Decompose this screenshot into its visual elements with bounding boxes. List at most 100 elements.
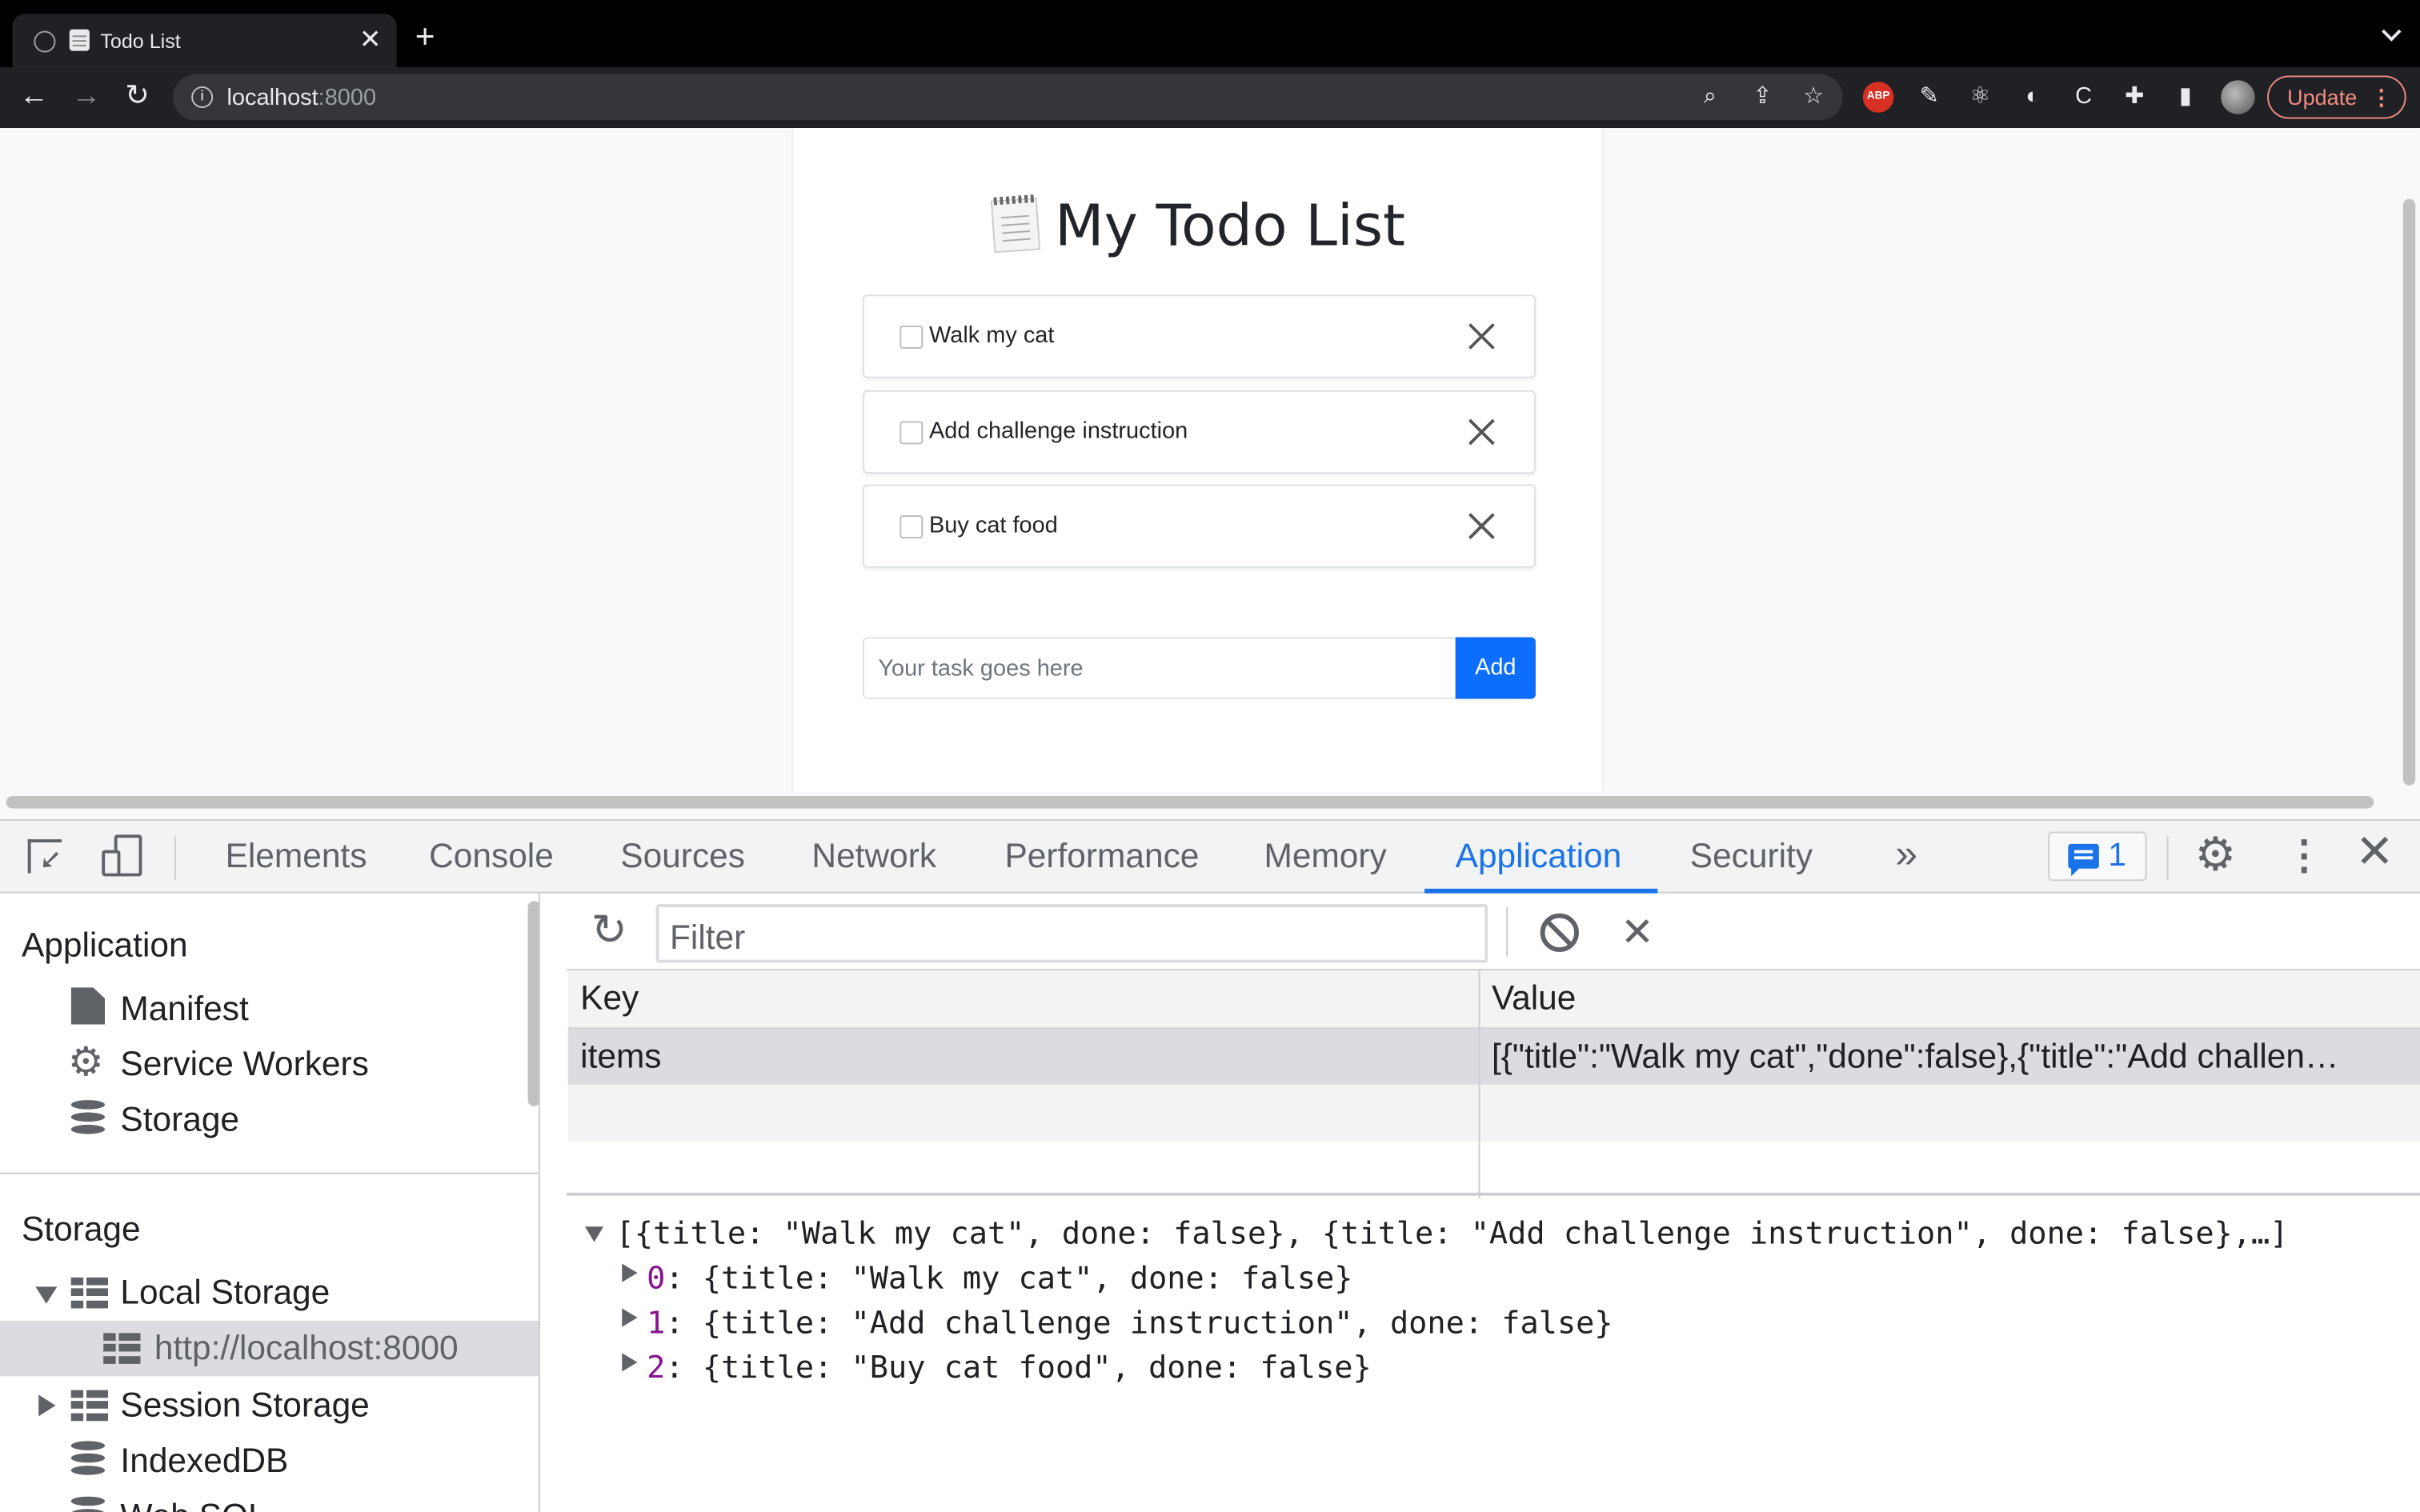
reload-button[interactable]: ↻ — [120, 80, 154, 114]
preview-entry[interactable]: 2: {title: "Buy cat food", done: false} — [647, 1349, 1372, 1386]
code-extension-icon[interactable]: C — [2068, 82, 2099, 113]
tab-application[interactable]: Application — [1456, 836, 1622, 876]
refresh-icon[interactable]: ↻ — [591, 908, 627, 952]
table-grid-icon — [70, 1390, 108, 1422]
gear-icon: ⚙ — [67, 1038, 104, 1085]
column-header-value[interactable]: Value — [1478, 970, 2420, 1029]
todo-item: Buy cat food — [863, 484, 1536, 568]
new-task-input[interactable]: Your task goes here — [863, 637, 1457, 699]
todo-checkbox[interactable] — [899, 515, 924, 539]
delete-selected-icon[interactable]: ✕ — [1621, 909, 1654, 955]
todo-checkbox[interactable] — [899, 421, 924, 445]
site-info-icon[interactable]: i — [191, 86, 214, 108]
profile-avatar[interactable] — [2221, 80, 2255, 114]
tab-sources[interactable]: Sources — [620, 836, 745, 876]
device-toolbar-icon[interactable] — [102, 834, 142, 878]
back-button[interactable]: ← — [17, 80, 50, 114]
expand-triangle-icon[interactable] — [584, 1226, 604, 1242]
share-icon[interactable]: ⇪ — [1749, 83, 1777, 111]
clear-all-icon[interactable] — [1540, 913, 1579, 952]
delete-todo-icon[interactable] — [1464, 318, 1498, 351]
sidebar-item-indexeddb[interactable]: IndexedDB — [120, 1441, 288, 1481]
empty-table-row[interactable] — [567, 1142, 2420, 1199]
todo-card: My Todo List Walk my cat Add challenge i… — [791, 128, 1604, 792]
column-header-key[interactable]: Key — [567, 970, 1480, 1029]
zoom-icon[interactable]: ⌕ — [1696, 83, 1724, 111]
sidebar-item-service-workers[interactable]: Service Workers — [120, 1045, 368, 1085]
database-icon — [70, 1496, 106, 1512]
empty-table-row[interactable] — [567, 1084, 2420, 1142]
sidebar-item-storage[interactable]: Storage — [120, 1100, 239, 1140]
extensions-puzzle-icon[interactable]: ✚ — [2119, 82, 2150, 113]
sidebar-item-manifest[interactable]: Manifest — [120, 989, 248, 1029]
page-viewport: My Todo List Walk my cat Add challenge i… — [0, 128, 2420, 820]
row-key: items — [567, 1027, 1480, 1085]
circle-extension-icon[interactable]: ◐ — [2017, 82, 2049, 113]
side-panel-icon[interactable]: ▮ — [2170, 82, 2202, 113]
delete-todo-icon[interactable] — [1464, 507, 1498, 541]
tab-performance[interactable]: Performance — [1004, 836, 1199, 876]
preview-entry[interactable]: 1: {title: "Add challenge instruction", … — [647, 1304, 1613, 1341]
tab-elements[interactable]: Elements — [226, 836, 367, 876]
sidebar-item-session-storage[interactable]: Session Storage — [120, 1386, 369, 1426]
page-horizontal-scrollbar[interactable] — [6, 796, 2374, 809]
table-row[interactable]: items [{"title":"Walk my cat","done":fal… — [567, 1027, 2420, 1085]
sidebar-scrollbar[interactable] — [527, 901, 539, 1106]
react-extension-icon[interactable]: ⚛ — [1965, 82, 1996, 113]
forward-button[interactable]: → — [70, 80, 103, 114]
todo-label: Buy cat food — [928, 512, 1058, 539]
page-vertical-scrollbar[interactable] — [2402, 198, 2416, 786]
update-button[interactable]: Update ⋮ — [2267, 75, 2406, 119]
file-icon — [70, 987, 106, 1025]
add-button[interactable]: Add — [1455, 637, 1536, 699]
application-section-header: Application — [21, 926, 188, 965]
browser-window: Todo List ✕ + ← → ↻ i localhost:8000 ⌕ ⇪… — [0, 0, 2420, 1512]
bookmark-star-icon[interactable]: ☆ — [1800, 83, 1828, 111]
tab-console[interactable]: Console — [429, 836, 554, 876]
collapse-triangle-icon[interactable] — [622, 1263, 638, 1282]
todo-checkbox[interactable] — [899, 325, 924, 349]
inspect-element-icon[interactable] — [27, 839, 62, 874]
more-tabs-chevron-icon[interactable]: » — [1895, 830, 1917, 878]
close-devtools-icon[interactable]: ✕ — [2355, 828, 2394, 878]
storage-view: ↻ Filter ✕ Key Value items [{"title":"Wa… — [566, 894, 2420, 1512]
application-sidebar: Application Manifest ⚙ Service Workers S… — [0, 893, 540, 1512]
url-text: localhost:8000 — [226, 85, 376, 111]
delete-todo-icon[interactable] — [1464, 414, 1498, 447]
entry-text: : {title: "Add challenge instruction", d… — [665, 1303, 1613, 1341]
collapse-triangle-icon[interactable] — [622, 1353, 638, 1372]
update-label: Update — [2287, 85, 2358, 110]
entry-text: : {title: "Walk my cat", done: false} — [665, 1258, 1353, 1296]
address-bar[interactable]: i localhost:8000 ⌕ ⇪ ☆ — [172, 74, 1843, 121]
row-value: [{"title":"Walk my cat","done":false},{"… — [1478, 1027, 2420, 1085]
notepad-icon — [991, 197, 1041, 254]
collapse-triangle-icon[interactable] — [622, 1308, 638, 1327]
url-port: :8000 — [318, 85, 377, 111]
preview-entry[interactable]: 0: {title: "Walk my cat", done: false} — [647, 1259, 1352, 1296]
entry-index: 2 — [647, 1348, 666, 1386]
browser-tab[interactable]: Todo List ✕ — [12, 14, 397, 68]
expand-triangle-icon[interactable] — [35, 1286, 58, 1304]
devtools-tab-bar: Elements Console Sources Network Perform… — [0, 820, 2420, 894]
todo-item: Add challenge instruction — [863, 390, 1536, 474]
page-title-text: My Todo List — [1055, 193, 1406, 259]
todo-label: Add challenge instruction — [928, 418, 1188, 445]
pen-extension-icon[interactable]: ✎ — [1913, 82, 1945, 113]
tab-network[interactable]: Network — [811, 836, 936, 876]
new-tab-button[interactable]: + — [415, 19, 435, 54]
filter-input[interactable]: Filter — [655, 904, 1488, 963]
collapse-triangle-icon[interactable] — [38, 1394, 56, 1417]
adblock-extension-icon[interactable]: ABP — [1862, 82, 1894, 113]
issues-button[interactable]: 1 — [2048, 831, 2147, 882]
more-options-icon[interactable]: ⋮ — [2284, 831, 2324, 878]
todo-label: Walk my cat — [928, 322, 1055, 349]
settings-gear-icon[interactable]: ⚙ — [2194, 831, 2236, 881]
sidebar-item-local-storage[interactable]: Local Storage — [120, 1273, 330, 1313]
tab-memory[interactable]: Memory — [1264, 836, 1386, 876]
tab-search-chevron-icon[interactable] — [2382, 22, 2402, 42]
close-tab-icon[interactable]: ✕ — [359, 25, 381, 56]
table-grid-icon — [103, 1333, 141, 1364]
sidebar-item-websql[interactable]: Web SQL — [120, 1497, 266, 1512]
tab-security[interactable]: Security — [1690, 836, 1813, 876]
value-preview: [{title: "Walk my cat", done: false}, {t… — [567, 1196, 2420, 1512]
